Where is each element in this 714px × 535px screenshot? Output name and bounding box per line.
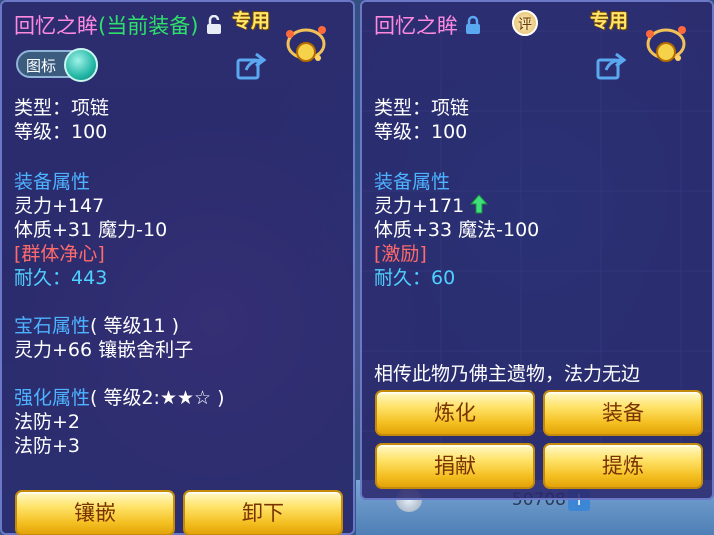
enhance-level: ( 等级2:★★☆ ) (90, 387, 225, 409)
item-title: 回忆之眸 (374, 10, 481, 40)
equip-attr-header: 装备属性 (14, 171, 91, 193)
unequip-button[interactable]: 卸下 (183, 490, 343, 535)
enhance-line-2: 法防+3 (14, 435, 81, 457)
enhance-attr-row: 强化属性( 等级2:★★☆ ) (14, 386, 225, 410)
gem-level: ( 等级11 ) (90, 315, 180, 337)
icon-toggle[interactable]: 图标 (16, 48, 98, 82)
gem-stat-line: 灵力+66 镶嵌舍利子 (14, 339, 194, 361)
ornament-icon (646, 26, 686, 62)
special-skill: [激励] (374, 243, 427, 265)
gem-attr-row: 宝石属性( 等级11 ) (14, 314, 179, 338)
durability: 耐久：60 (374, 266, 455, 290)
durability-label: 耐久： (14, 267, 72, 289)
toggle-label: 图标 (26, 57, 57, 75)
lock-closed-icon[interactable] (465, 15, 481, 40)
durability-value: 60 (431, 267, 456, 289)
inlay-button[interactable]: 镶嵌 (15, 490, 175, 535)
stat-line-2: 体质+33 魔法-100 (374, 219, 540, 241)
enhance-attr-header: 强化属性 (14, 387, 91, 409)
item-name: 回忆之眸 (374, 14, 458, 38)
gem-attr-header: 宝石属性 (14, 315, 91, 337)
equip-button[interactable]: 装备 (543, 390, 703, 436)
enhance-line-1: 法防+2 (14, 411, 81, 433)
share-icon[interactable] (596, 52, 628, 80)
item-title: 回忆之眸(当前装备) (14, 10, 223, 40)
stat-line-2: 体质+31 魔力-10 (14, 219, 168, 241)
equip-attr-header: 装备属性 (374, 171, 451, 193)
item-level: 等级：100 (374, 121, 468, 143)
stat-line-1-text: 灵力+171 (374, 195, 465, 217)
rate-badge[interactable]: 评 (512, 10, 538, 36)
exclusive-label: 专用 (232, 10, 271, 32)
donate-button[interactable]: 捐献 (375, 443, 535, 489)
toggle-switch[interactable] (64, 48, 98, 82)
item-name: 回忆之眸 (14, 14, 98, 38)
durability-value: 443 (71, 267, 108, 289)
item-type: 类型：项链 (374, 97, 470, 119)
item-type: 类型：项链 (14, 97, 110, 119)
share-icon[interactable] (236, 52, 268, 80)
durability: 耐久：443 (14, 266, 107, 290)
stat-line-1: 灵力+171 (374, 194, 489, 218)
item-level: 等级：100 (14, 121, 108, 143)
compare-item-panel: 回忆之眸 评 专用 类型：项链 等级：100 装备属性 灵力+171 体质+33… (360, 0, 714, 500)
ornament-icon (286, 26, 326, 62)
item-description: 相传此物乃佛主遗物，法力无边 (374, 363, 641, 385)
stat-line-1: 灵力+147 (14, 195, 105, 217)
extract-button[interactable]: 提炼 (543, 443, 703, 489)
up-arrow-icon (470, 194, 489, 214)
exclusive-label: 专用 (590, 10, 629, 32)
durability-label: 耐久： (374, 267, 432, 289)
refine-button[interactable]: 炼化 (375, 390, 535, 436)
equipped-item-panel: 回忆之眸(当前装备) 专用 图标 类型：项链 等级：100 装备属性 灵力+14… (0, 0, 355, 535)
equipped-tag: (当前装备) (98, 14, 199, 38)
special-skill: [群体净心] (14, 243, 105, 265)
lock-open-icon[interactable] (205, 14, 223, 40)
